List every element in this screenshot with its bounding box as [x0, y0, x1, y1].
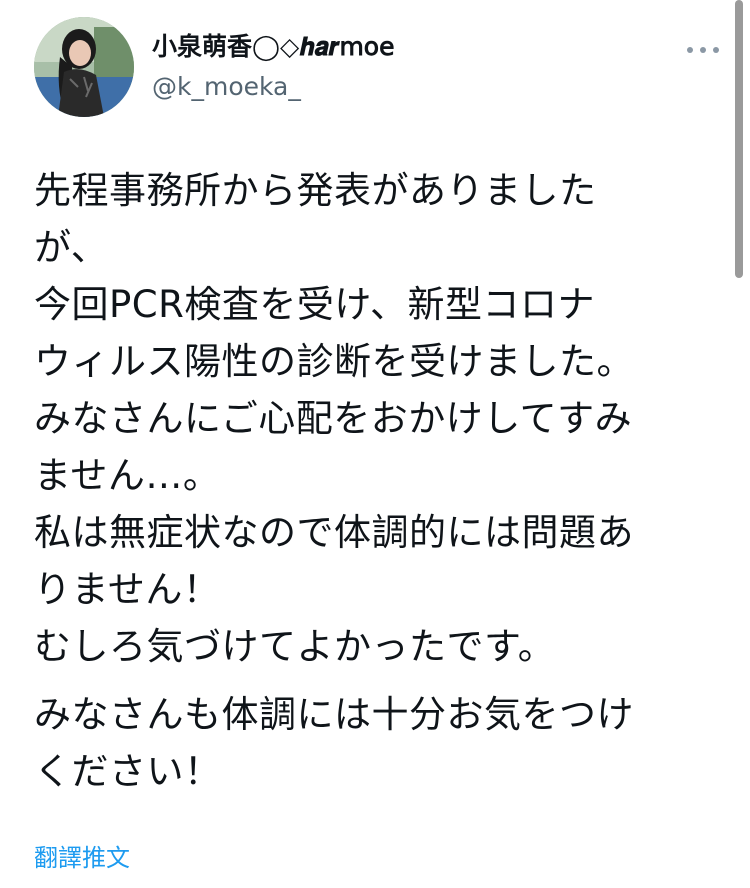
tweet-text-line: りません！: [34, 568, 221, 611]
more-options-icon[interactable]: [678, 30, 728, 70]
tweet-text: 先程事務所から発表がありました が、 今回PCR検査を受け、新型コロナ ウィルス…: [34, 162, 724, 800]
tweet-card: 小泉萌香◯◇𝒉𝒂𝒓𝗆𝗈𝖾 @k_moeka_ 先程事務所から発表がありました が…: [0, 0, 750, 888]
tweet-text-line: が、: [34, 226, 109, 269]
paragraph-break: [34, 675, 724, 686]
tweet-text-line: ください！: [34, 750, 222, 793]
tweet-text-line: ません…。: [34, 454, 221, 497]
scrollbar[interactable]: [735, 0, 743, 278]
translate-tweet-link[interactable]: 翻譯推文: [34, 842, 130, 874]
tweet-text-line: むしろ気づけてよかったです。: [34, 625, 556, 668]
avatar[interactable]: [34, 17, 134, 117]
avatar-photo: [34, 17, 134, 117]
author-display-name[interactable]: 小泉萌香◯◇𝒉𝒂𝒓𝗆𝗈𝖾: [152, 30, 395, 64]
tweet-text-line: 先程事務所から発表がありました: [34, 169, 597, 212]
tweet-text-line: 私は無症状なので体調的には問題あ: [34, 511, 634, 554]
tweet-text-line: みなさんも体調には十分お気をつけ: [34, 693, 634, 736]
tweet-text-line: ウィルス陽性の診断を受けました。: [34, 340, 634, 383]
tweet-text-line: みなさんにご心配をおかけしてすみ: [34, 397, 633, 440]
tweet-text-line: 今回PCR検査を受け、新型コロナ: [34, 283, 596, 326]
author-handle[interactable]: @k_moeka_: [152, 70, 301, 104]
